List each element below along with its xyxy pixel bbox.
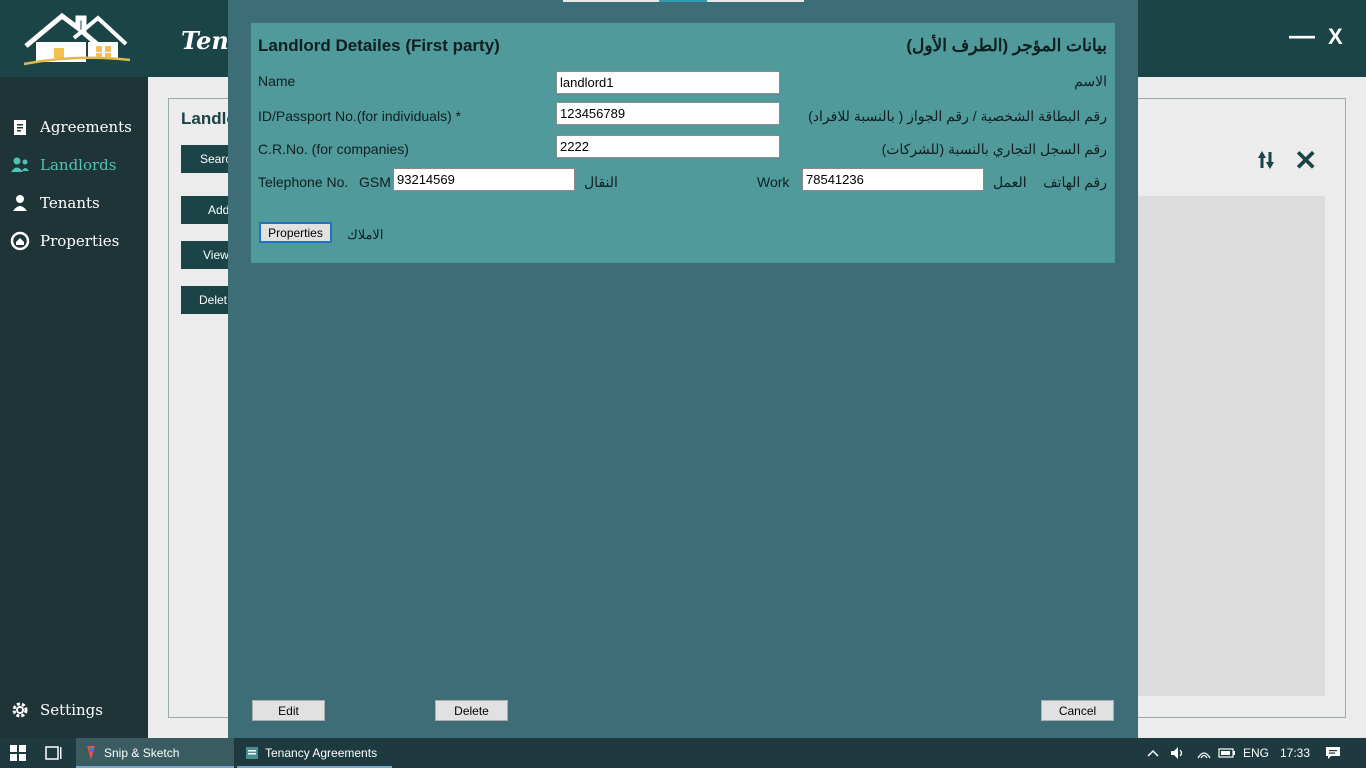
gsm-label-ar: النقال bbox=[584, 174, 618, 190]
sidebar-item-label: Tenants bbox=[40, 194, 100, 212]
properties-label-ar: الاملاك bbox=[347, 227, 384, 242]
chevron-up-icon[interactable] bbox=[1147, 738, 1159, 768]
snip-sketch-icon bbox=[87, 746, 95, 760]
id-passport-label-ar: رقم البطاقة الشخصية / رقم الجواز ( بالنس… bbox=[808, 108, 1107, 124]
telephone-label-ar: رقم الهاتف bbox=[1043, 174, 1107, 190]
tab-strip bbox=[563, 0, 659, 2]
telephone-label: Telephone No. bbox=[258, 174, 349, 190]
sidebar-item-landlords[interactable]: Landlords bbox=[0, 150, 148, 180]
gsm-label: GSM bbox=[359, 174, 391, 190]
work-label: Work bbox=[757, 174, 790, 190]
crno-field[interactable] bbox=[556, 135, 780, 158]
sidebar: Agreements Landlords Tenants Properties … bbox=[0, 77, 148, 738]
minimize-button[interactable]: — bbox=[1289, 20, 1315, 51]
name-field[interactable] bbox=[556, 71, 780, 94]
properties-button[interactable]: Properties bbox=[259, 222, 332, 243]
language-indicator[interactable]: ENG bbox=[1243, 738, 1269, 768]
sidebar-item-agreements[interactable]: Agreements bbox=[0, 112, 148, 142]
taskbar-app-label: Snip & Sketch bbox=[104, 746, 180, 760]
volume-icon[interactable] bbox=[1170, 738, 1186, 768]
sidebar-item-label: Landlords bbox=[40, 156, 117, 174]
edit-button[interactable]: Edit bbox=[252, 700, 325, 721]
task-view-icon[interactable] bbox=[45, 738, 63, 768]
name-label: Name bbox=[258, 73, 296, 89]
close-window-button[interactable]: X bbox=[1328, 24, 1343, 50]
sidebar-item-properties[interactable]: Properties bbox=[0, 226, 148, 256]
tab-strip bbox=[707, 0, 804, 2]
crno-label-ar: رقم السجل التجاري بالنسبة (للشركات) bbox=[881, 141, 1107, 157]
work-label-ar: العمل bbox=[993, 174, 1027, 190]
house-logo-icon bbox=[23, 12, 131, 66]
sidebar-item-label: Properties bbox=[40, 232, 120, 250]
agreements-icon bbox=[0, 118, 40, 136]
battery-icon[interactable] bbox=[1218, 738, 1236, 768]
taskbar-app-label: Tenancy Agreements bbox=[265, 746, 378, 760]
tenancy-app-icon bbox=[246, 747, 258, 759]
properties-icon bbox=[0, 231, 40, 251]
notifications-icon[interactable] bbox=[1325, 738, 1341, 768]
list-panel bbox=[1138, 196, 1325, 696]
id-passport-field[interactable] bbox=[556, 102, 780, 125]
cancel-button[interactable]: Cancel bbox=[1041, 700, 1114, 721]
dialog-title-en: Landlord Detailes (First party) bbox=[258, 36, 500, 55]
sidebar-item-label: Settings bbox=[40, 701, 103, 719]
crno-label: C.R.No. (for companies) bbox=[258, 141, 409, 157]
id-passport-label: ID/Passport No.(for individuals) * bbox=[258, 108, 462, 124]
tenants-icon bbox=[0, 194, 40, 212]
tab-strip-active bbox=[659, 0, 707, 2]
gear-icon bbox=[0, 700, 40, 720]
gsm-field[interactable] bbox=[393, 168, 575, 191]
sidebar-item-label: Agreements bbox=[40, 118, 132, 136]
taskbar-app-tenancy[interactable]: Tenancy Agreements bbox=[237, 738, 392, 768]
sidebar-item-settings[interactable]: Settings bbox=[0, 695, 148, 725]
wifi-icon[interactable] bbox=[1196, 738, 1212, 768]
close-panel-icon[interactable]: ✕ bbox=[1294, 144, 1317, 177]
sidebar-item-tenants[interactable]: Tenants bbox=[0, 188, 148, 218]
taskbar-app-snip[interactable]: Snip & Sketch bbox=[76, 738, 234, 768]
windows-start-icon[interactable] bbox=[10, 738, 26, 768]
refresh-icon[interactable] bbox=[1252, 146, 1280, 174]
work-field[interactable] bbox=[802, 168, 984, 191]
taskbar: Snip & Sketch Tenancy Agreements ENG 17:… bbox=[0, 738, 1366, 768]
landlords-icon bbox=[0, 156, 40, 174]
dialog-title-ar: بيانات المؤجر (الطرف الأول) bbox=[906, 36, 1107, 55]
delete-button[interactable]: Delete bbox=[435, 700, 508, 721]
clock[interactable]: 17:33 bbox=[1280, 738, 1310, 768]
name-label-ar: الاسم bbox=[1074, 73, 1107, 89]
